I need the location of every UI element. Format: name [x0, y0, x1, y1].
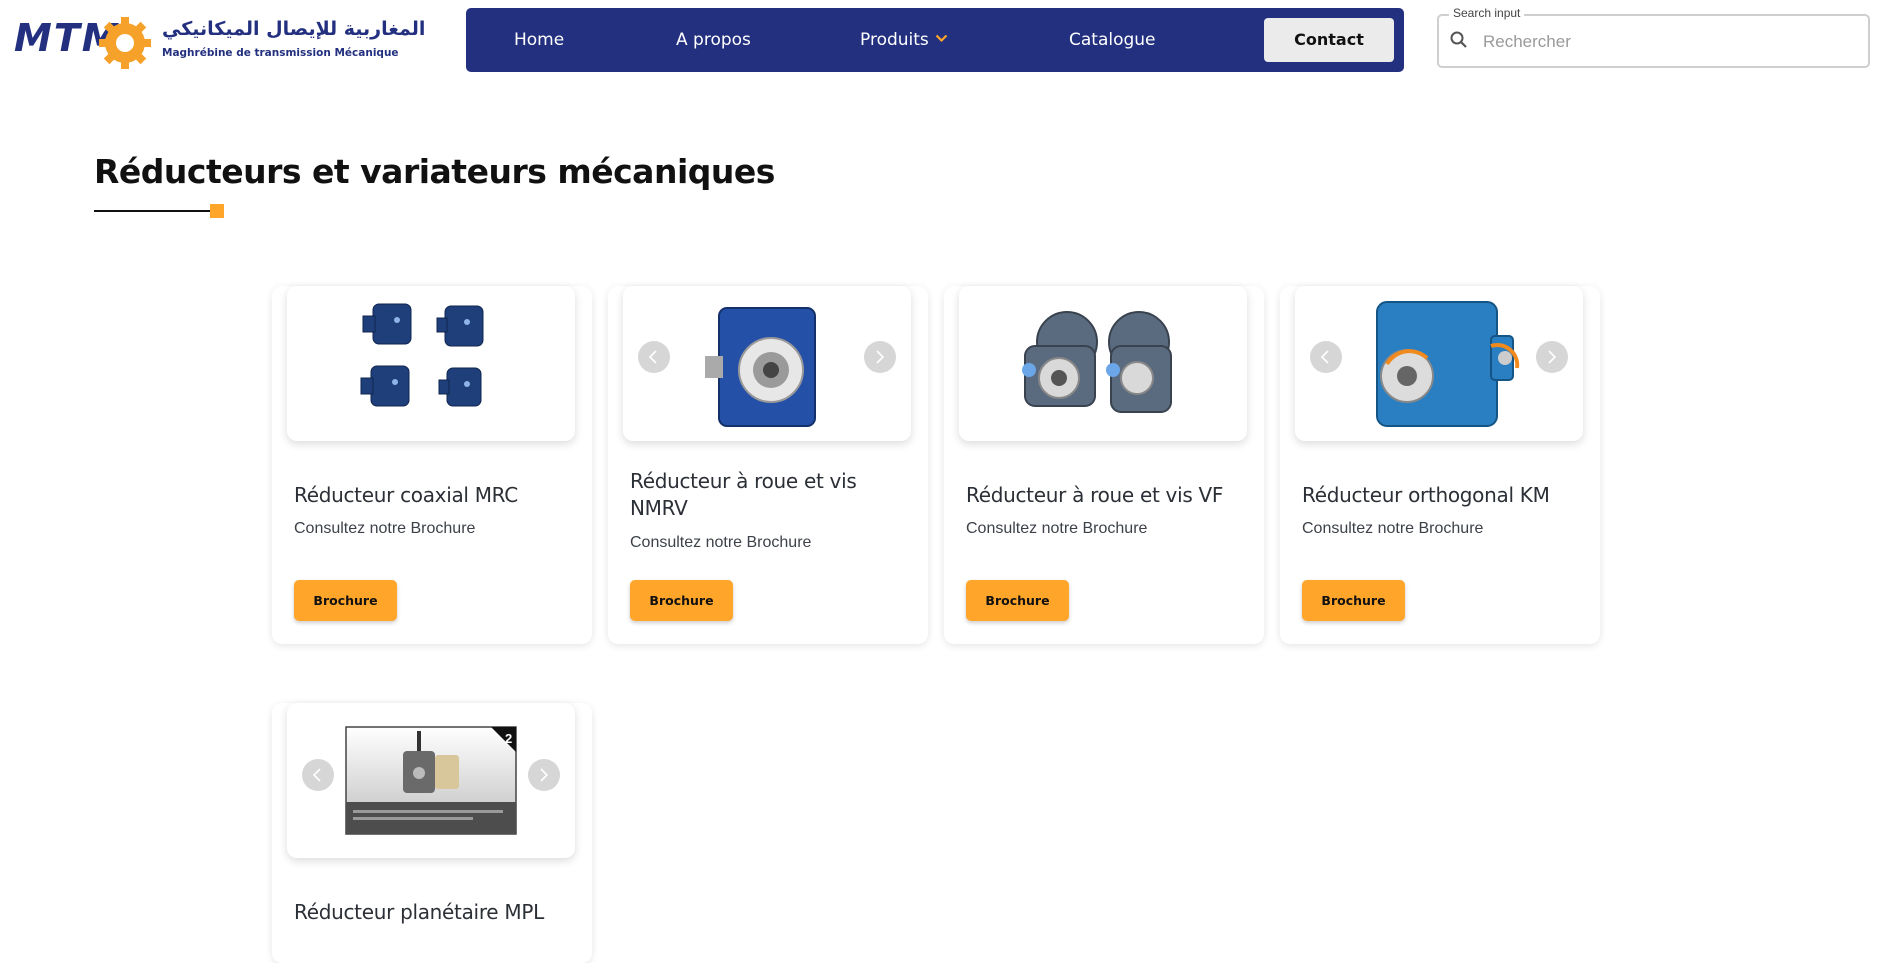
coaxial-reducer-image	[287, 286, 575, 441]
brochure-button[interactable]: Brochure	[294, 580, 397, 621]
search-input[interactable]	[1481, 24, 1865, 60]
product-card-vf: Réducteur à roue et vis VF Consultez not…	[944, 286, 1264, 644]
gear-icon	[99, 17, 151, 69]
search-label: Search input	[1449, 6, 1525, 20]
nav-catalogue[interactable]: Catalogue	[1069, 8, 1156, 72]
logo-arabic-name: المغاربية للإيصال الميكانيكي	[162, 18, 426, 40]
product-title: Réducteur coaxial MRC	[294, 483, 518, 507]
brochure-button[interactable]: Brochure	[966, 580, 1069, 621]
chevron-left-icon	[312, 768, 321, 782]
product-card-mrc: Réducteur coaxial MRC Consultez notre Br…	[272, 286, 592, 644]
carousel-next-button[interactable]	[1536, 341, 1568, 373]
chevron-right-icon	[1548, 350, 1557, 364]
product-card-nmrv: Réducteur à roue et vis NMRV Consultez n…	[608, 286, 928, 644]
product-card-km: Réducteur orthogonal KM Consultez notre …	[1280, 286, 1600, 644]
nav-apropos[interactable]: A propos	[676, 8, 751, 72]
search-box: Search input	[1437, 6, 1870, 68]
product-subtitle: Consultez notre Brochure	[630, 534, 812, 551]
product-subtitle: Consultez notre Brochure	[966, 520, 1148, 537]
product-subtitle: Consultez notre Brochure	[1302, 520, 1484, 537]
product-title: Réducteur à roue et vis VF	[966, 483, 1224, 507]
carousel-next-button[interactable]	[864, 341, 896, 373]
product-title: Réducteur planétaire MPL	[294, 900, 544, 924]
brochure-button[interactable]: Brochure	[630, 580, 733, 621]
title-accent-square	[210, 204, 224, 218]
logo-french-name: Maghrébine de transmission Mécanique	[162, 47, 399, 59]
carousel-prev-button[interactable]	[638, 341, 670, 373]
chevron-down-icon	[935, 34, 948, 43]
page-title: Réducteurs et variateurs mécaniques	[94, 152, 775, 191]
slide-number: 2	[505, 731, 512, 746]
site-logo[interactable]: MTM المغاربية للإيصال الميكانيكي Maghréb…	[14, 14, 425, 72]
chevron-left-icon	[1320, 350, 1329, 364]
product-subtitle: Consultez notre Brochure	[294, 520, 476, 537]
nav-produits-label: Produits	[860, 30, 929, 50]
search-icon	[1450, 31, 1467, 48]
contact-button[interactable]: Contact	[1264, 18, 1394, 62]
worm-reducer-vf-image	[959, 286, 1247, 441]
carousel-prev-button[interactable]	[1310, 341, 1342, 373]
carousel-next-button[interactable]	[528, 759, 560, 791]
title-underline	[94, 210, 210, 212]
chevron-right-icon	[876, 350, 885, 364]
product-title: Réducteur à roue et vis NMRV	[630, 469, 857, 520]
chevron-right-icon	[540, 768, 549, 782]
main-navbar: Home A propos Produits Catalogue Contact	[466, 8, 1404, 72]
product-title: Réducteur orthogonal KM	[1302, 483, 1550, 507]
brochure-button[interactable]: Brochure	[1302, 580, 1405, 621]
nav-produits[interactable]: Produits	[860, 8, 948, 72]
nav-home[interactable]: Home	[514, 8, 564, 72]
product-card-mpl: 2 Réducteur planétaire MPL	[272, 703, 592, 963]
carousel-prev-button[interactable]	[302, 759, 334, 791]
chevron-left-icon	[648, 350, 657, 364]
